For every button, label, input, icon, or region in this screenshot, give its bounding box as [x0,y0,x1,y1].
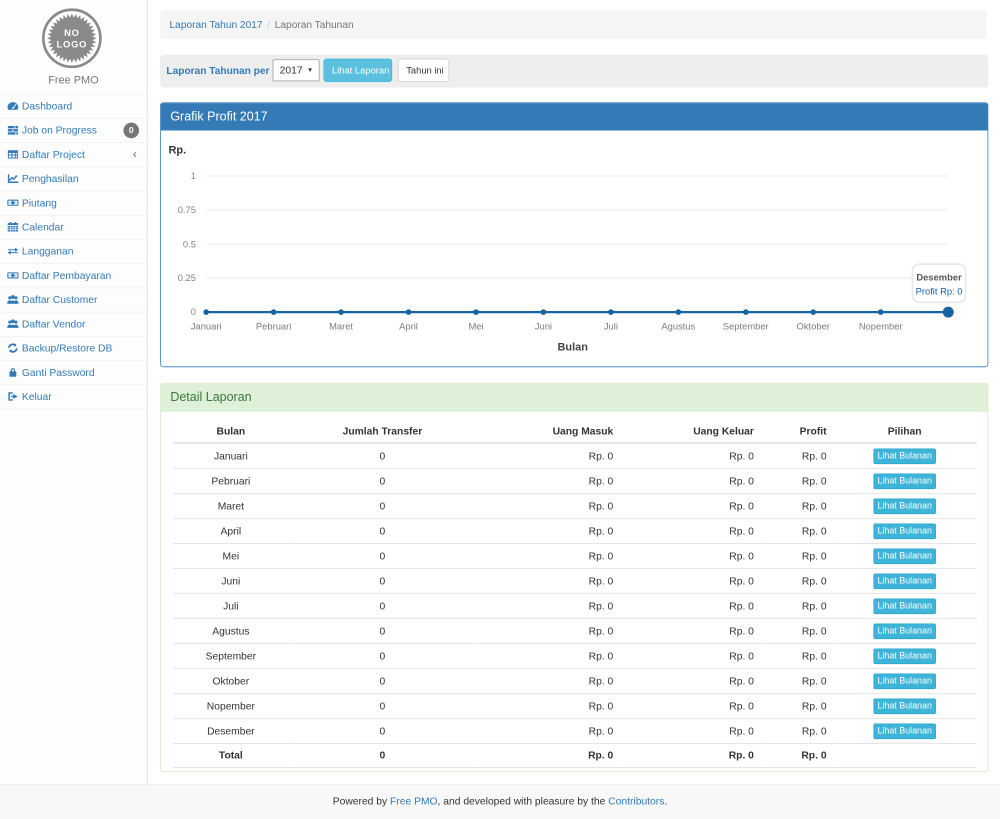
svg-text:Januari: Januari [191,322,222,332]
svg-text:0: 0 [191,307,196,317]
svg-text:1: 1 [191,171,196,181]
svg-text:Agustus: Agustus [661,322,695,332]
svg-text:Maret: Maret [329,322,353,332]
svg-text:Mei: Mei [468,322,483,332]
svg-text:NO: NO [64,28,80,38]
svg-text:0.25: 0.25 [178,273,196,283]
svg-text:Nopember: Nopember [859,322,903,332]
svg-text:Bulan: Bulan [558,342,588,354]
svg-text:September: September [723,322,769,332]
svg-text:Rp.: Rp. [169,144,187,156]
svg-text:Juli: Juli [604,322,618,332]
svg-text:Juni: Juni [535,322,552,332]
svg-text:Oktober: Oktober [797,322,830,332]
svg-text:Pebruari: Pebruari [256,322,291,332]
svg-text:April: April [399,322,418,332]
svg-text:LOGO: LOGO [57,40,88,50]
svg-text:0.75: 0.75 [178,205,196,215]
svg-text:0.5: 0.5 [183,239,196,249]
